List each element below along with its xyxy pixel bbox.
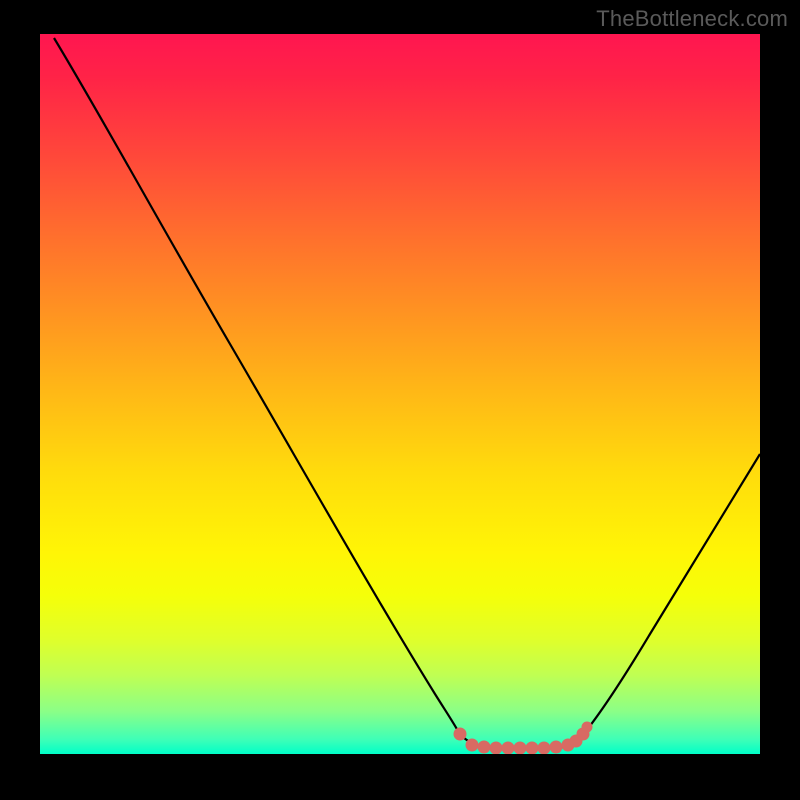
watermark-text: TheBottleneck.com xyxy=(596,6,788,32)
plot-area xyxy=(40,34,760,754)
curve-layer xyxy=(40,34,760,754)
bottleneck-curve xyxy=(54,38,760,748)
highlight-band xyxy=(454,722,592,754)
chart-container: TheBottleneck.com xyxy=(0,0,800,800)
